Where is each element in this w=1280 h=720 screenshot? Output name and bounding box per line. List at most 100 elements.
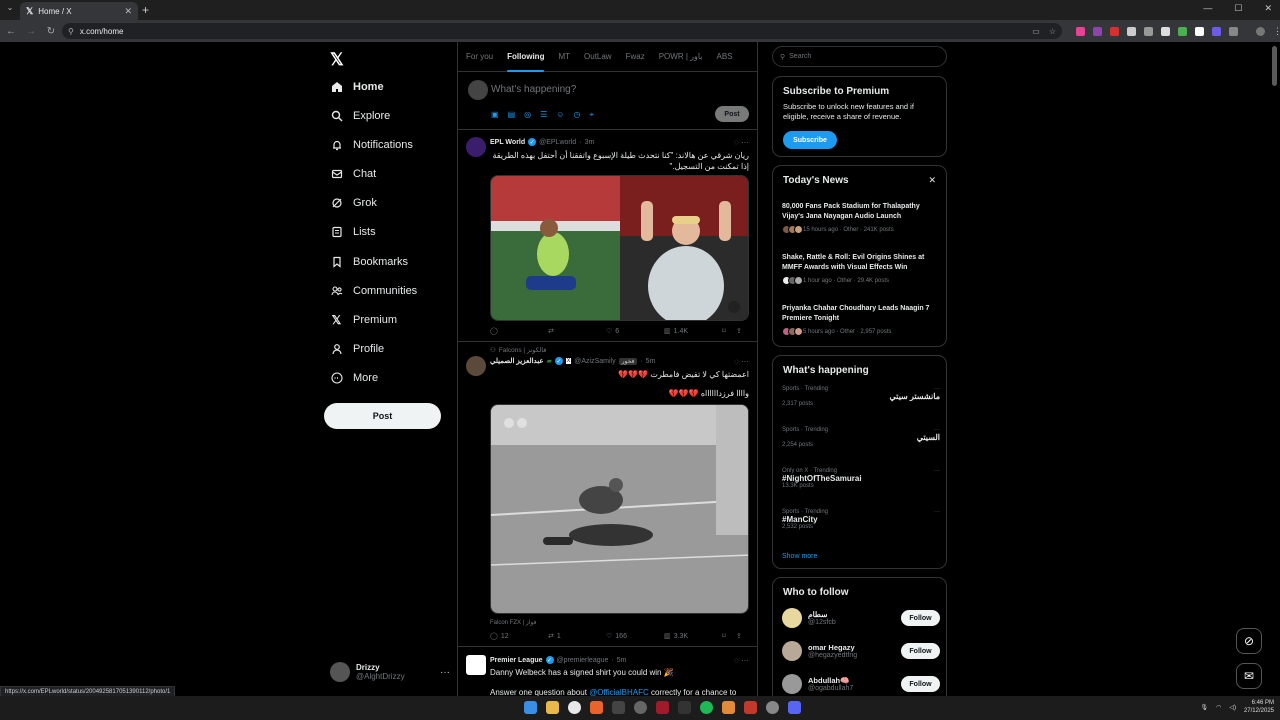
follow-suggestion[interactable]: Abdullah🧠 @ogabdullah7 Follow [782, 674, 940, 694]
tweet-author-handle[interactable]: @premierleague [557, 657, 609, 664]
install-icon[interactable]: ▭ [1032, 27, 1040, 36]
app-icon[interactable] [722, 701, 735, 714]
address-bar[interactable]: ⚲ x.com/home ▭ ☆ [62, 23, 1062, 39]
ellipsis-icon[interactable]: ··· [934, 427, 940, 433]
search-input[interactable]: ⚲ Search [772, 46, 947, 67]
system-clock[interactable]: 6:46 PM 27/12/2025 [1244, 699, 1274, 715]
forward-icon[interactable]: → [22, 26, 40, 37]
sidebar-item-grok[interactable]: Grok [330, 193, 377, 213]
close-icon[interactable]: ✕ [928, 175, 936, 186]
image-icon[interactable]: ▣ [491, 110, 499, 120]
tab-search-icon[interactable]: ⌄ [4, 3, 16, 15]
x-logo[interactable]: 𝕏 [330, 50, 344, 70]
follow-suggestion[interactable]: سطام @12sfcb Follow [782, 608, 940, 628]
ellipsis-icon[interactable]: ··· [934, 468, 940, 474]
tab-mt[interactable]: MT [558, 52, 570, 61]
grok-icon[interactable]: ◎ [524, 110, 531, 120]
avatar[interactable] [466, 356, 486, 376]
tab-fwaz[interactable]: Fwaz [626, 52, 645, 61]
chrome-icon[interactable] [568, 701, 581, 714]
settings-icon[interactable] [766, 701, 779, 714]
tweet[interactable]: Premier League ✓ @premierleague · 5m ◌ ·… [458, 647, 757, 696]
sidebar-item-communities[interactable]: Communities [330, 281, 417, 301]
show-more-link[interactable]: Show more [782, 553, 817, 560]
gif-icon[interactable]: ▤ [508, 110, 516, 120]
subscribe-button[interactable]: Subscribe [783, 131, 837, 149]
tweet-image[interactable] [490, 404, 749, 614]
new-tab-button[interactable]: + [142, 3, 149, 17]
tweet-context-label[interactable]: Falcons | فالكونز [499, 346, 546, 354]
sidebar-item-premium[interactable]: 𝕏 Premium [330, 310, 397, 330]
extension-icon[interactable] [1127, 27, 1136, 36]
windows-start-icon[interactable] [524, 701, 537, 714]
sidebar-item-lists[interactable]: Lists [330, 222, 376, 242]
app-icon[interactable] [744, 701, 757, 714]
compose-input[interactable]: What's happening? [491, 84, 576, 95]
tweet[interactable]: ⚇ Falcons | فالكونز عبدالعزيز الصميلي ▰ … [458, 342, 757, 647]
tweet-time[interactable]: 5m [646, 358, 656, 365]
trend-item[interactable]: Sports · Trending مانشستر سيتي 2,317 pos… [782, 386, 940, 407]
tab-powr[interactable]: POWR | باور [659, 52, 703, 61]
sidebar-item-chat[interactable]: Chat [330, 164, 376, 184]
repost-button[interactable]: ⇄ 1 [548, 632, 606, 641]
tweet-image[interactable] [490, 175, 749, 321]
avatar[interactable] [466, 137, 486, 157]
extensions-puzzle-icon[interactable] [1229, 27, 1238, 36]
location-icon[interactable]: ⌖ [589, 110, 594, 120]
app-icon[interactable] [634, 701, 647, 714]
tab-for-you[interactable]: For you [466, 52, 493, 61]
tweet[interactable]: EPL World ✓ @EPLworld · 3m ◌ ··· ريان شر… [458, 130, 757, 342]
sidebar-item-home[interactable]: Home [330, 77, 384, 97]
sidebar-item-profile[interactable]: Profile [330, 339, 384, 359]
bookmark-icon[interactable]: ⌑ [722, 327, 736, 335]
schedule-icon[interactable]: ◷ [573, 110, 580, 120]
maximize-icon[interactable]: ☐ [1234, 3, 1242, 14]
follow-button[interactable]: Follow [901, 610, 940, 626]
ellipsis-icon[interactable]: ◌ ··· [734, 357, 749, 366]
views-button[interactable]: ▥ 3.3K [664, 632, 722, 641]
ellipsis-icon[interactable]: ··· [440, 667, 450, 678]
news-item[interactable]: Shake, Rattle & Roll: Evil Origins Shine… [782, 253, 940, 285]
follow-suggestion[interactable]: omar Hegazy @hegazyedtfng Follow [782, 641, 940, 661]
wifi-icon[interactable]: ◠ [1216, 704, 1221, 711]
grok-fab-icon[interactable]: ⊘ [1236, 628, 1262, 654]
extension-icon[interactable] [1093, 27, 1102, 36]
tweet-time[interactable]: 5m [617, 657, 627, 664]
reply-button[interactable]: ◯ 12 [490, 632, 548, 641]
profile-avatar-icon[interactable] [1256, 27, 1265, 36]
like-button[interactable]: ♡ 166 [606, 632, 664, 641]
like-button[interactable]: ♡ 6 [606, 327, 664, 336]
compose-post-button[interactable]: Post [715, 106, 749, 122]
extension-icon[interactable] [1144, 27, 1153, 36]
tab-following[interactable]: Following [507, 52, 545, 72]
trend-item[interactable]: Sports · Trending #ManCity 2,532 posts ·… [782, 509, 940, 530]
window-close-icon[interactable]: ✕ [1264, 3, 1272, 14]
brave-icon[interactable] [590, 701, 603, 714]
sidebar-item-explore[interactable]: Explore [330, 106, 390, 126]
volume-icon[interactable]: ◁) [1229, 704, 1236, 711]
ellipsis-icon[interactable]: ◌ ··· [734, 656, 749, 665]
extension-icon[interactable] [1178, 27, 1187, 36]
share-icon[interactable]: ⇪ [736, 632, 742, 640]
extension-icon[interactable] [1212, 27, 1221, 36]
extension-icon[interactable] [1110, 27, 1119, 36]
views-button[interactable]: ▥ 1.4K [664, 327, 722, 336]
browser-tab[interactable]: 𝕏 Home / X ✕ [20, 2, 138, 20]
close-icon[interactable]: ✕ [124, 6, 132, 17]
poll-icon[interactable]: ☰ [540, 110, 547, 120]
follow-button[interactable]: Follow [901, 643, 940, 659]
news-item[interactable]: 80,000 Fans Pack Stadium for Thalapathy … [782, 202, 940, 234]
news-item[interactable]: Priyanka Chahar Choudhary Leads Naagin 7… [782, 304, 940, 336]
tweet-time[interactable]: 3m [585, 139, 595, 146]
tweet-author-name[interactable]: Premier League [490, 657, 543, 664]
tweet-author-name[interactable]: عبدالعزيز الصميلي [490, 357, 544, 365]
reload-icon[interactable]: ↻ [42, 26, 60, 37]
discord-icon[interactable] [788, 701, 801, 714]
tab-abs[interactable]: ABS [717, 52, 733, 61]
extension-icon[interactable] [1161, 27, 1170, 36]
post-button[interactable]: Post [324, 403, 441, 429]
ellipsis-icon[interactable]: ··· [934, 509, 940, 515]
messages-fab-icon[interactable]: ✉ [1236, 663, 1262, 689]
spotify-icon[interactable] [700, 701, 713, 714]
bookmark-icon[interactable]: ⌑ [722, 632, 736, 640]
